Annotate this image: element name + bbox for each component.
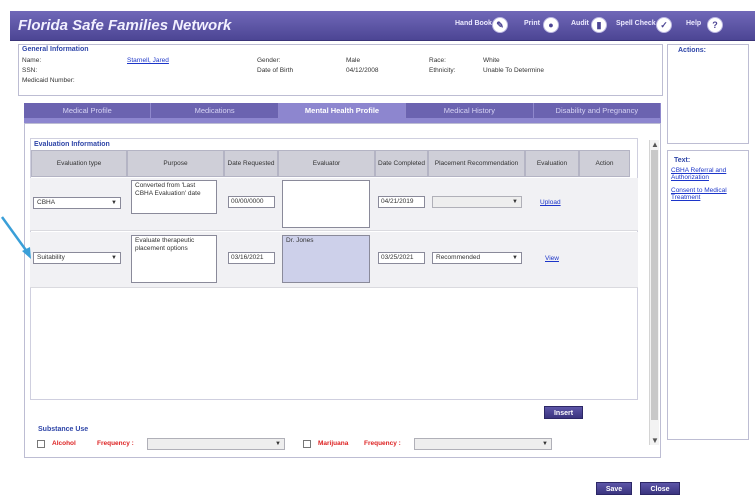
insert-button[interactable]: Insert (544, 406, 583, 419)
annotation-arrow-icon (0, 216, 31, 259)
help-button[interactable]: Help (686, 20, 701, 27)
tab-medical-history[interactable]: Medical History (406, 103, 534, 118)
alcohol-label: Alcohol (52, 440, 76, 447)
actions-heading: Actions: (678, 47, 706, 54)
evaluation-type-value: Suitability (37, 254, 65, 261)
tab-medical-profile[interactable]: Medical Profile (24, 103, 152, 118)
race-label: Race: (429, 57, 446, 64)
col-purpose: Purpose (127, 150, 224, 177)
scrollbar-thumb[interactable] (651, 150, 658, 420)
marijuana-checkbox[interactable] (303, 440, 311, 448)
col-placement-recommendation: Placement Recommendation (428, 150, 525, 177)
race-value: White (483, 57, 500, 64)
chevron-down-icon: ▼ (275, 441, 281, 447)
col-evaluation-type: Evaluation type (31, 150, 127, 177)
col-date-requested: Date Requested (224, 150, 278, 177)
col-evaluator: Evaluator (278, 150, 375, 177)
actions-panel: Actions: (667, 44, 749, 144)
gender-value: Male (346, 57, 361, 64)
alcohol-checkbox[interactable] (37, 440, 45, 448)
chevron-down-icon: ▼ (512, 199, 518, 205)
tab-mental-health-profile[interactable]: Mental Health Profile (278, 103, 407, 118)
ethnicity-value: Unable To Determine (483, 67, 544, 74)
dob-value: 04/12/2008 (346, 67, 379, 74)
save-button[interactable]: Save (596, 482, 632, 495)
col-date-completed: Date Completed (375, 150, 428, 177)
dob-label: Date of Birth (257, 67, 294, 74)
alcohol-frequency-label: Frequency : (97, 440, 134, 447)
evaluator-textarea[interactable]: Dr. Jones (282, 235, 370, 283)
purpose-textarea[interactable]: Converted from 'Last CBHA Evaluation' da… (131, 180, 217, 214)
app-title-bar: Florida Safe Families Network Hand Book … (10, 11, 755, 41)
person-icon[interactable]: ● (543, 17, 559, 33)
date-completed-input[interactable]: 03/25/2021 (378, 252, 425, 264)
marijuana-frequency-select[interactable]: ▼ (414, 438, 552, 450)
ethnicity-label: Ethnicity: (429, 67, 456, 74)
tab-disability-pregnancy[interactable]: Disability and Pregnancy (534, 103, 662, 118)
placement-recommendation-select[interactable]: Recommended ▼ (432, 252, 522, 264)
upload-link[interactable]: Upload (540, 199, 561, 206)
name-label: Name: (22, 57, 42, 64)
date-completed-input[interactable]: 04/21/2019 (378, 196, 425, 208)
chevron-down-icon: ▼ (111, 200, 117, 206)
pencil-icon[interactable]: ✎ (492, 17, 508, 33)
view-link[interactable]: View (545, 255, 559, 262)
print-button[interactable]: Print (524, 20, 540, 27)
gender-label: Gender: (257, 57, 281, 64)
ssn-label: SSN: (22, 67, 38, 74)
text-heading: Text: (674, 157, 691, 164)
check-icon[interactable]: ✓ (656, 17, 672, 33)
chevron-down-icon: ▼ (542, 441, 548, 447)
app-title: Florida Safe Families Network (18, 17, 232, 34)
col-evaluation: Evaluation (525, 150, 579, 177)
profile-tabs: Medical Profile Medications Mental Healt… (24, 103, 662, 118)
col-action: Action (579, 150, 630, 177)
close-button[interactable]: Close (640, 482, 680, 495)
audit-button[interactable]: Audit (571, 20, 589, 27)
medicaid-label: Medicaid Number: (22, 77, 75, 84)
evaluation-heading: Evaluation Information (34, 141, 110, 148)
help-icon[interactable]: ? (707, 17, 723, 33)
general-information-panel: General Information Name: Starnell, Jare… (18, 44, 663, 96)
cbha-referral-link[interactable]: CBHA Referral and Authorization (671, 167, 747, 182)
date-requested-input[interactable]: 00/00/0000 (228, 196, 275, 208)
evaluator-textarea[interactable] (282, 180, 370, 228)
alcohol-frequency-select[interactable]: ▼ (147, 438, 285, 450)
evaluation-type-select[interactable]: CBHA ▼ (33, 197, 121, 209)
tab-medications[interactable]: Medications (151, 103, 279, 118)
text-panel: Text: CBHA Referral and Authorization Co… (667, 150, 749, 440)
evaluation-type-select[interactable]: Suitability ▼ (33, 252, 121, 264)
marijuana-label: Marijuana (318, 440, 349, 447)
placement-recommendation-select[interactable]: ▼ (432, 196, 522, 208)
content-scrollbar[interactable]: ▲ ▼ (649, 140, 659, 445)
placement-value: Recommended (436, 254, 481, 261)
date-requested-input[interactable]: 03/16/2021 (228, 252, 275, 264)
purpose-textarea[interactable]: Evaluate therapeutic placement options (131, 235, 217, 283)
document-icon[interactable]: ▮ (591, 17, 607, 33)
child-name-link[interactable]: Starnell, Jared (127, 57, 169, 64)
marijuana-frequency-label: Frequency : (364, 440, 401, 447)
scroll-up-icon[interactable]: ▲ (650, 140, 660, 149)
substance-use-heading: Substance Use (38, 426, 89, 433)
chevron-down-icon: ▼ (111, 255, 117, 261)
consent-medical-treatment-link[interactable]: Consent to Medical Treatment (671, 187, 747, 202)
spell-check-button[interactable]: Spell Check (616, 20, 656, 27)
scroll-down-icon[interactable]: ▼ (650, 436, 660, 445)
general-information-heading: General Information (22, 46, 89, 53)
hand-book-button[interactable]: Hand Book (455, 20, 492, 27)
evaluation-type-value: CBHA (37, 199, 56, 206)
chevron-down-icon: ▼ (512, 255, 518, 261)
